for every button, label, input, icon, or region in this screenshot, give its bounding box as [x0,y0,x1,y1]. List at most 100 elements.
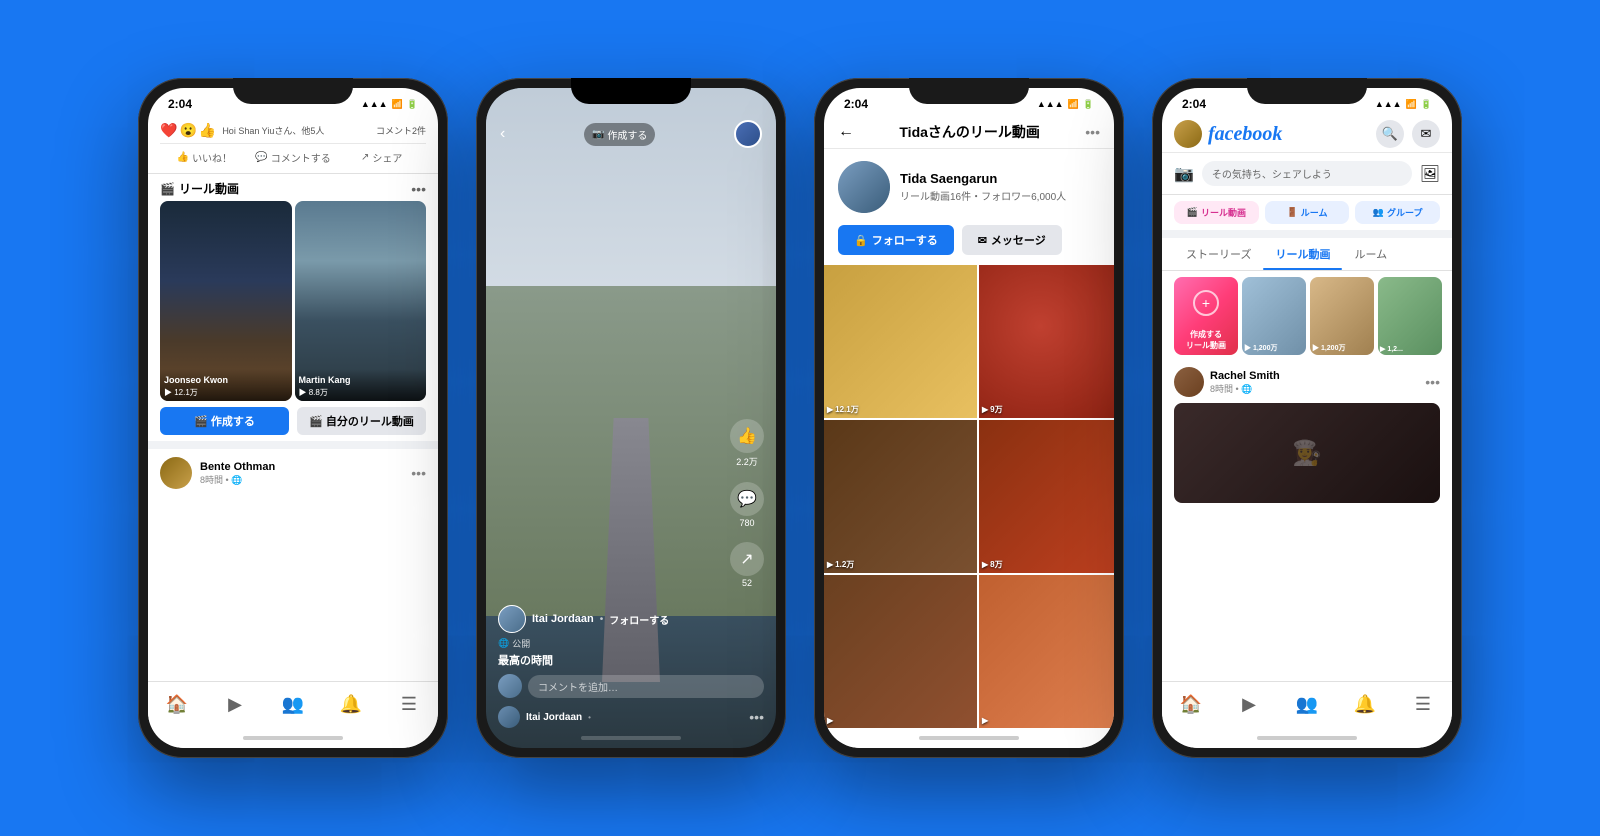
quick-reels[interactable]: 🎬 リール動画 [1174,201,1259,224]
reel-views-2: ▶ 8.8万 [299,387,423,398]
reel-right-actions: 👍 2.2万 💬 780 ↗ 52 [730,419,764,588]
grid-cell-7[interactable]: ▶ [824,575,977,728]
create-reel-label: 作成するリール動画 [1184,329,1228,351]
messenger-icon: ✉ [978,234,987,247]
globe-icon: 🌐 [498,638,509,649]
reels-icon-4: 🎬 [1187,207,1198,218]
more-icon-2[interactable]: ••• [749,709,764,725]
share-button[interactable]: ↗ シェア [337,148,426,167]
reel-bottom-info: Itai Jordaan • フォローする 🌐 公開 最高の時間 [498,605,716,668]
tab-rooms[interactable]: ルーム [1342,238,1399,270]
reel-views-1: ▶ 12.1万 [164,387,288,398]
reel-card-3[interactable]: ▶ 1,2... [1378,277,1442,355]
nav-video-1[interactable]: ▶ [221,690,249,718]
post-avatar-img [160,457,192,489]
p4-post-time: 8時間 • 🌐 [1210,382,1280,395]
nav-home-4[interactable]: 🏠 [1177,690,1205,718]
my-reel-icon: 🎬 [309,415,323,428]
nav-menu-4[interactable]: ☰ [1409,690,1437,718]
comment-input[interactable]: コメントを追加… [528,675,764,698]
share-input[interactable]: その気持ち、シェアしよう [1202,161,1412,186]
follow-label[interactable]: フォローする [609,612,669,627]
reels-label: リール動画 [179,180,239,197]
home-bar-4 [1257,736,1357,740]
reaction-row: ❤️ 😮 👍 Hoi Shan Yiuさん、他5人 コメント2件 [160,122,426,139]
phone-3: 2:04 ▲▲▲ 📶 🔋 ← Tidaさんのリール動画 ••• Ti [814,78,1124,758]
comment-button[interactable]: 💬 コメントする [249,148,338,167]
commenter-dot: • [588,713,591,722]
p3-more-icon[interactable]: ••• [1085,124,1100,140]
create-reel-button[interactable]: 🎬 作成する [160,407,289,435]
nav-bar-4: 🏠 ▶ 👥 🔔 ☰ [1162,681,1452,728]
visibility-label: 公開 [512,637,530,650]
quick-groups[interactable]: 👥 グループ [1355,201,1440,224]
emoji-like: 👍 [199,122,216,139]
nav-video-4[interactable]: ▶ [1235,690,1263,718]
grid-cell-4[interactable]: ▶ 1.2万 [824,420,977,573]
back-icon[interactable]: ‹ [500,125,505,143]
reel-thumb-2[interactable]: Martin Kang ▶ 8.8万 [295,201,427,401]
create-reel-card[interactable]: + 作成するリール動画 [1174,277,1238,355]
post-image-icon: 👩‍🍳 [1292,439,1322,468]
notch-1 [233,78,353,104]
phone-2-screen: 2:04 ▲▲▲ 📶 🔋 ‹ 📷 [486,88,776,748]
p4-post-header: Rachel Smith 8時間 • 🌐 ••• [1174,367,1440,397]
like-button[interactable]: 👍 いいね！ [160,148,249,167]
user-avatar-2 [734,120,762,148]
status-icons-4: ▲▲▲ 📶 🔋 [1375,99,1432,110]
nav-bell-4[interactable]: 🔔 [1351,690,1379,718]
profile-title: Tidaさんのリール動画 [854,122,1085,142]
rooms-icon: 🚪 [1287,207,1298,218]
groups-label: グループ [1387,206,1422,219]
post-actions: 👍 いいね！ 💬 コメントする ↗ シェア [160,143,426,167]
reel-user-avatar [498,605,526,633]
p4-post-dots[interactable]: ••• [1425,374,1440,390]
p3-back-icon[interactable]: ← [838,123,854,141]
grid-cell-5[interactable]: ▶ 8万 [979,420,1114,573]
nav-friends-1[interactable]: 👥 [279,690,307,718]
profile-header: ← Tidaさんのリール動画 ••• [824,116,1114,149]
post-avatar [160,457,192,489]
quick-rooms[interactable]: 🚪 ルーム [1265,201,1350,224]
share-action[interactable]: ↗ 52 [730,542,764,588]
grid-cell-2[interactable]: ▶ 9万 [979,265,1114,418]
like-count: 2.2万 [736,455,758,468]
home-indicator-4 [1162,728,1452,748]
comment-icon: 💬 [255,152,267,163]
like-action[interactable]: 👍 2.2万 [730,419,764,468]
tab-reels[interactable]: リール動画 [1263,238,1342,270]
reel-card-1[interactable]: ▶ 1,200万 [1242,277,1306,355]
create-button[interactable]: 📷 作成する [584,123,655,146]
reel-username: Itai Jordaan [532,613,594,625]
grid-cell-8[interactable]: ▶ [979,575,1114,728]
reels-section-header: 🎬 リール動画 ••• [148,174,438,201]
phone-1: 2:04 ▲▲▲ 📶 🔋 ❤️ 😮 👍 Hoi Shan Yiuさん、 [138,78,448,758]
nav-bell-1[interactable]: 🔔 [337,690,365,718]
grid-cell-1[interactable]: ▶ 12.1万 [824,265,977,418]
fb-top-bar: facebook 🔍 ✉ [1162,116,1452,153]
messenger-icon-btn[interactable]: ✉ [1412,120,1440,148]
nav-menu-1[interactable]: ☰ [395,690,423,718]
nav-friends-4[interactable]: 👥 [1293,690,1321,718]
my-reel-label: 自分のリール動画 [326,413,414,429]
nav-home-1[interactable]: 🏠 [163,690,191,718]
tab-stories[interactable]: ストーリーズ [1174,238,1263,270]
reels-more-icon[interactable]: ••• [411,181,426,197]
reel-card-2[interactable]: ▶ 1,200万 [1310,277,1374,355]
reel-thumb-1[interactable]: Joonseo Kwon ▶ 12.1万 [160,201,292,401]
p4-user-avatar [1174,120,1202,148]
message-button[interactable]: ✉ メッセージ [962,225,1062,255]
share-right-icon: 🖼 [1420,164,1440,184]
reels-label-4: リール動画 [1201,206,1246,219]
reel-views-card-3: ▶ 1,2... [1380,345,1403,353]
post-more-icon[interactable]: ••• [411,465,426,481]
fb-logo: facebook [1208,123,1282,146]
reel-actions: 🎬 作成する 🎬 自分のリール動画 [148,401,438,441]
reaction-section: ❤️ 😮 👍 Hoi Shan Yiuさん、他5人 コメント2件 👍 いいね！ [148,116,438,174]
my-reel-button[interactable]: 🎬 自分のリール動画 [297,407,426,435]
comment-action[interactable]: 💬 780 [730,482,764,528]
follow-button[interactable]: 🔒 フォローする [838,225,954,255]
phone-3-screen: 2:04 ▲▲▲ 📶 🔋 ← Tidaさんのリール動画 ••• Ti [824,88,1114,748]
follow-icon: 🔒 [854,234,868,247]
search-icon-btn[interactable]: 🔍 [1376,120,1404,148]
